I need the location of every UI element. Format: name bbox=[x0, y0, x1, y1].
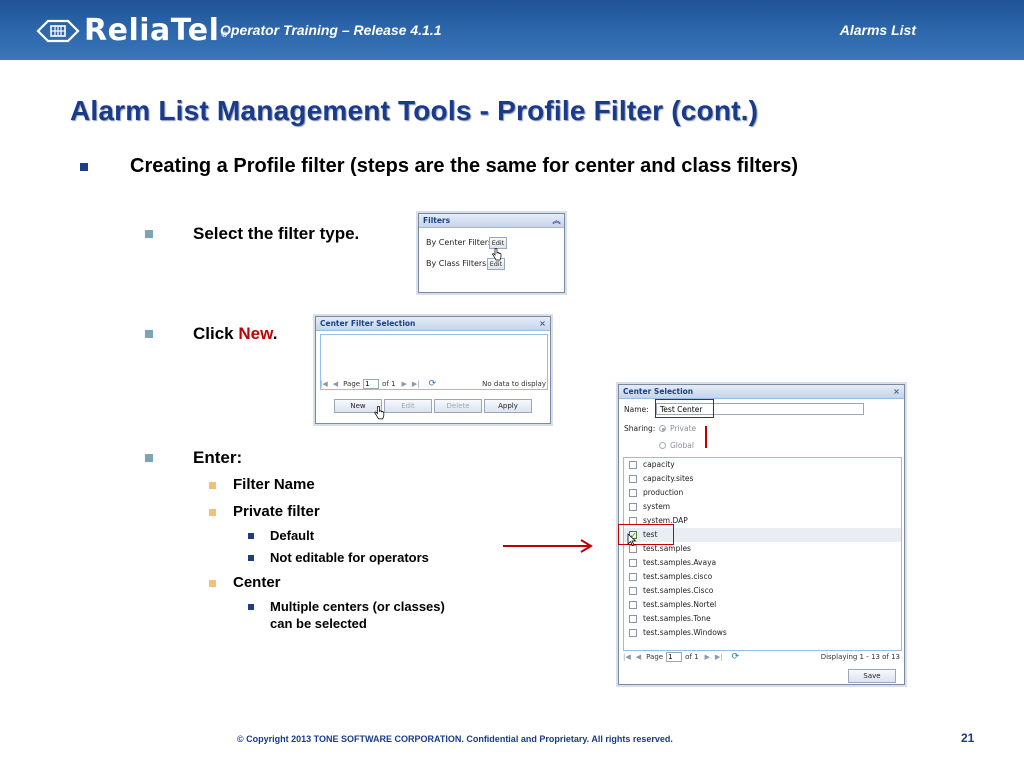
hand-pointer-icon bbox=[492, 248, 502, 261]
list-item[interactable]: production bbox=[624, 486, 901, 500]
list-item[interactable]: system bbox=[624, 500, 901, 514]
checkbox[interactable] bbox=[629, 475, 637, 483]
checkbox[interactable] bbox=[629, 461, 637, 469]
checkbox[interactable] bbox=[629, 601, 637, 609]
bullet-square-icon bbox=[209, 580, 216, 587]
prev-page-icon[interactable]: ◀ bbox=[636, 653, 641, 661]
checkbox[interactable] bbox=[629, 573, 637, 581]
filters-panel-header: Filters ︽ bbox=[419, 214, 564, 228]
save-button[interactable]: Save bbox=[848, 669, 896, 683]
copyright-footer: © Copyright 2013 TONE SOFTWARE CORPORATI… bbox=[237, 734, 673, 744]
page-number-input[interactable] bbox=[363, 379, 380, 389]
list-item[interactable]: test.samples.Nortel bbox=[624, 598, 901, 612]
bullet-square-icon bbox=[145, 330, 153, 338]
first-page-icon[interactable]: |◀ bbox=[320, 380, 328, 388]
center-filter-selection-header: Center Filter Selection × bbox=[316, 317, 550, 331]
center-filter-pager: |◀ ◀ Page of 1 ▶ ▶| ⟳ No data to display bbox=[320, 377, 548, 391]
bullet-square-icon bbox=[145, 230, 153, 238]
arrow-right-icon bbox=[503, 539, 593, 553]
sub-bullet-center: Center bbox=[209, 574, 281, 591]
radio-selected-icon bbox=[659, 425, 666, 432]
last-page-icon[interactable]: ▶| bbox=[412, 380, 420, 388]
mouse-cursor-icon bbox=[627, 533, 637, 546]
bullet-square-icon bbox=[209, 482, 216, 489]
step-text: Click New. bbox=[193, 324, 278, 343]
reliatel-logo: ReliaTel® bbox=[36, 14, 229, 48]
center-filter-buttons: New Edit Delete Apply bbox=[316, 399, 550, 413]
delete-button[interactable]: Delete bbox=[434, 399, 482, 413]
sub-bullet-private-filter: Private filter bbox=[209, 503, 320, 520]
center-checkbox-list: capacity capacity.sites production syste… bbox=[623, 457, 902, 651]
list-item[interactable]: test.samples.Cisco bbox=[624, 584, 901, 598]
step-text: Enter: bbox=[193, 448, 243, 467]
bullet-square-icon bbox=[80, 163, 88, 171]
global-radio[interactable]: Global bbox=[659, 441, 694, 450]
sub-sub-bullet-multiple: Multiple centers (or classes) can be sele… bbox=[248, 598, 445, 632]
sub-sub-bullet-default: Default bbox=[248, 527, 314, 544]
checkbox[interactable] bbox=[629, 615, 637, 623]
next-page-icon[interactable]: ▶ bbox=[705, 653, 710, 661]
refresh-icon[interactable]: ⟳ bbox=[732, 652, 740, 662]
checkbox[interactable] bbox=[629, 629, 637, 637]
pager-status: Displaying 1 - 13 of 13 bbox=[820, 653, 900, 661]
sharing-label: Sharing: bbox=[624, 424, 656, 433]
page-number-input[interactable] bbox=[666, 652, 683, 662]
filters-panel: Filters ︽ By Center Filters Edit By Clas… bbox=[418, 213, 565, 293]
header-subtitle: Operator Training – Release 4.1.1 bbox=[220, 22, 442, 38]
checkbox[interactable] bbox=[629, 503, 637, 511]
main-bullet: Creating a Profile filter (steps are the… bbox=[80, 155, 798, 178]
bullet-square-icon bbox=[248, 604, 254, 610]
main-bullet-text: Creating a Profile filter (steps are the… bbox=[130, 155, 799, 177]
bullet-square-icon bbox=[145, 454, 153, 462]
radio-icon bbox=[659, 442, 666, 449]
step-enter: Enter: bbox=[145, 448, 242, 468]
prev-page-icon[interactable]: ◀ bbox=[333, 380, 338, 388]
hand-pointer-icon bbox=[374, 406, 385, 420]
close-icon[interactable]: × bbox=[892, 387, 901, 396]
checkbox[interactable] bbox=[629, 559, 637, 567]
step-text: Select the filter type. bbox=[193, 224, 360, 243]
header-section-title: Alarms List bbox=[839, 22, 916, 38]
list-item[interactable]: capacity.sites bbox=[624, 472, 901, 486]
page-number: 21 bbox=[961, 731, 975, 745]
center-filters-label: By Center Filters bbox=[426, 238, 493, 247]
refresh-icon[interactable]: ⟳ bbox=[429, 379, 437, 389]
step-click-new: Click New. bbox=[145, 324, 277, 344]
edit-button[interactable]: Edit bbox=[384, 399, 432, 413]
center-selection-header: Center Selection × bbox=[619, 385, 904, 399]
last-page-icon[interactable]: ▶| bbox=[715, 653, 723, 661]
slide-header: ReliaTel® Operator Training – Release 4.… bbox=[0, 0, 1024, 60]
list-item[interactable]: test.samples.Windows bbox=[624, 626, 901, 640]
center-selection-pager: |◀ ◀ Page of 1 ▶ ▶| ⟳ Displaying 1 - 13 … bbox=[623, 650, 902, 664]
list-item[interactable]: test.samples.cisco bbox=[624, 570, 901, 584]
slide-title: Alarm List Management Tools - Profile Fi… bbox=[70, 95, 759, 126]
first-page-icon[interactable]: |◀ bbox=[623, 653, 631, 661]
next-page-icon[interactable]: ▶ bbox=[402, 380, 407, 388]
checkbox[interactable] bbox=[629, 545, 637, 553]
bullet-square-icon bbox=[209, 509, 216, 516]
sharing-highlight-line bbox=[705, 426, 707, 448]
apply-button[interactable]: Apply bbox=[484, 399, 532, 413]
checkbox[interactable] bbox=[629, 489, 637, 497]
list-item[interactable]: capacity bbox=[624, 458, 901, 472]
list-item[interactable]: test.samples.Avaya bbox=[624, 556, 901, 570]
step-select-filter-type: Select the filter type. bbox=[145, 224, 359, 244]
pager-status: No data to display bbox=[482, 380, 546, 388]
private-radio[interactable]: Private bbox=[659, 424, 696, 433]
close-icon[interactable]: × bbox=[538, 319, 547, 328]
bullet-square-icon bbox=[248, 555, 254, 561]
name-highlight-box bbox=[655, 399, 714, 418]
class-filters-label: By Class Filters bbox=[426, 259, 487, 268]
center-filter-selection-window: Center Filter Selection × |◀ ◀ Page of 1… bbox=[315, 316, 551, 424]
double-chevron-up-icon[interactable]: ︽ bbox=[552, 216, 561, 225]
checkbox[interactable] bbox=[629, 587, 637, 595]
logo-wordmark: ReliaTel® bbox=[84, 13, 229, 48]
bullet-square-icon bbox=[248, 533, 254, 539]
sub-bullet-filter-name: Filter Name bbox=[209, 476, 315, 493]
sub-sub-bullet-not-editable: Not editable for operators bbox=[248, 549, 429, 566]
name-label: Name: bbox=[624, 405, 649, 414]
logo-emblem-icon bbox=[36, 19, 80, 43]
list-item[interactable]: test.samples.Tone bbox=[624, 612, 901, 626]
